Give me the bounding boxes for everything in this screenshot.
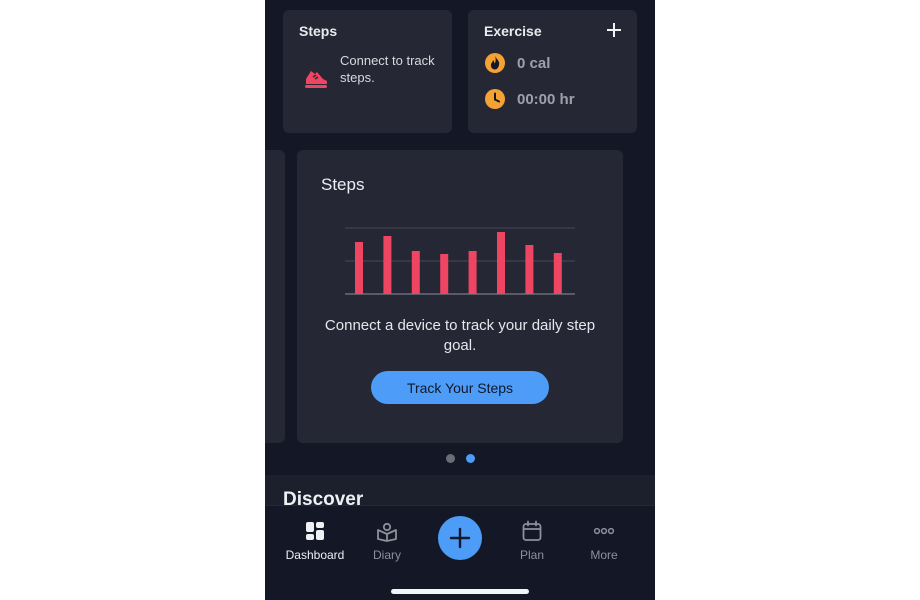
exercise-calories-row: 0 cal xyxy=(484,52,550,74)
plus-icon xyxy=(449,527,471,549)
add-exercise-plus-icon[interactable] xyxy=(605,21,623,39)
bottom-tab-bar: Dashboard Diary Plan More xyxy=(265,505,655,600)
tab-more-label: More xyxy=(590,548,618,562)
diary-icon xyxy=(377,522,397,542)
tab-plan[interactable]: Plan xyxy=(497,520,567,562)
home-indicator xyxy=(391,589,529,594)
more-icon xyxy=(593,527,615,535)
chart-bar-5 xyxy=(468,251,477,294)
add-entry-button[interactable] xyxy=(438,516,482,560)
chart-bar-3 xyxy=(411,251,420,294)
tab-dashboard[interactable]: Dashboard xyxy=(280,520,350,562)
chart-bar-8 xyxy=(553,253,562,294)
steps-connect-message: Connect to track steps. xyxy=(340,53,435,85)
exercise-duration-value: 00:00 hr xyxy=(517,90,575,108)
tab-diary-label: Diary xyxy=(372,548,401,562)
steps-summary-card[interactable]: Steps Connect to track steps. xyxy=(283,10,452,133)
pager-dot-1[interactable] xyxy=(446,454,455,463)
exercise-calories-value: 0 cal xyxy=(517,54,551,72)
steps-carousel-card[interactable]: Steps Connect a device to track your dai… xyxy=(297,150,623,443)
tab-plan-label: Plan xyxy=(519,548,545,562)
exercise-duration-row: 00:00 hr xyxy=(484,88,575,110)
chart-bar-7 xyxy=(525,245,534,294)
carousel-pager xyxy=(446,454,475,463)
track-your-steps-button[interactable]: Track Your Steps xyxy=(371,371,549,404)
tab-more[interactable]: More xyxy=(569,520,639,562)
sneaker-icon xyxy=(305,71,327,88)
flame-icon xyxy=(485,53,505,73)
steps-large-title: Steps xyxy=(321,175,365,194)
previous-carousel-card[interactable] xyxy=(265,150,285,443)
calendar-icon xyxy=(522,520,542,541)
exercise-card-title: Exercise xyxy=(484,23,542,39)
clock-icon xyxy=(485,89,505,109)
chart-bar-2 xyxy=(383,236,392,294)
tab-dashboard-label: Dashboard xyxy=(285,548,345,562)
steps-device-message: Connect a device to track your daily ste… xyxy=(324,317,596,354)
steps-bar-chart xyxy=(345,227,575,295)
pager-dot-2[interactable] xyxy=(466,454,475,463)
tab-diary[interactable]: Diary xyxy=(352,520,422,562)
chart-bar-4 xyxy=(440,254,449,294)
chart-bar-6 xyxy=(497,232,505,294)
phone-screen: Steps Connect to track steps. Exercise 0… xyxy=(265,0,655,600)
exercise-card[interactable]: Exercise 0 cal 00:00 hr xyxy=(468,10,637,133)
chart-bar-1 xyxy=(355,242,363,294)
dashboard-icon xyxy=(306,522,324,540)
steps-card-title: Steps xyxy=(299,23,338,39)
